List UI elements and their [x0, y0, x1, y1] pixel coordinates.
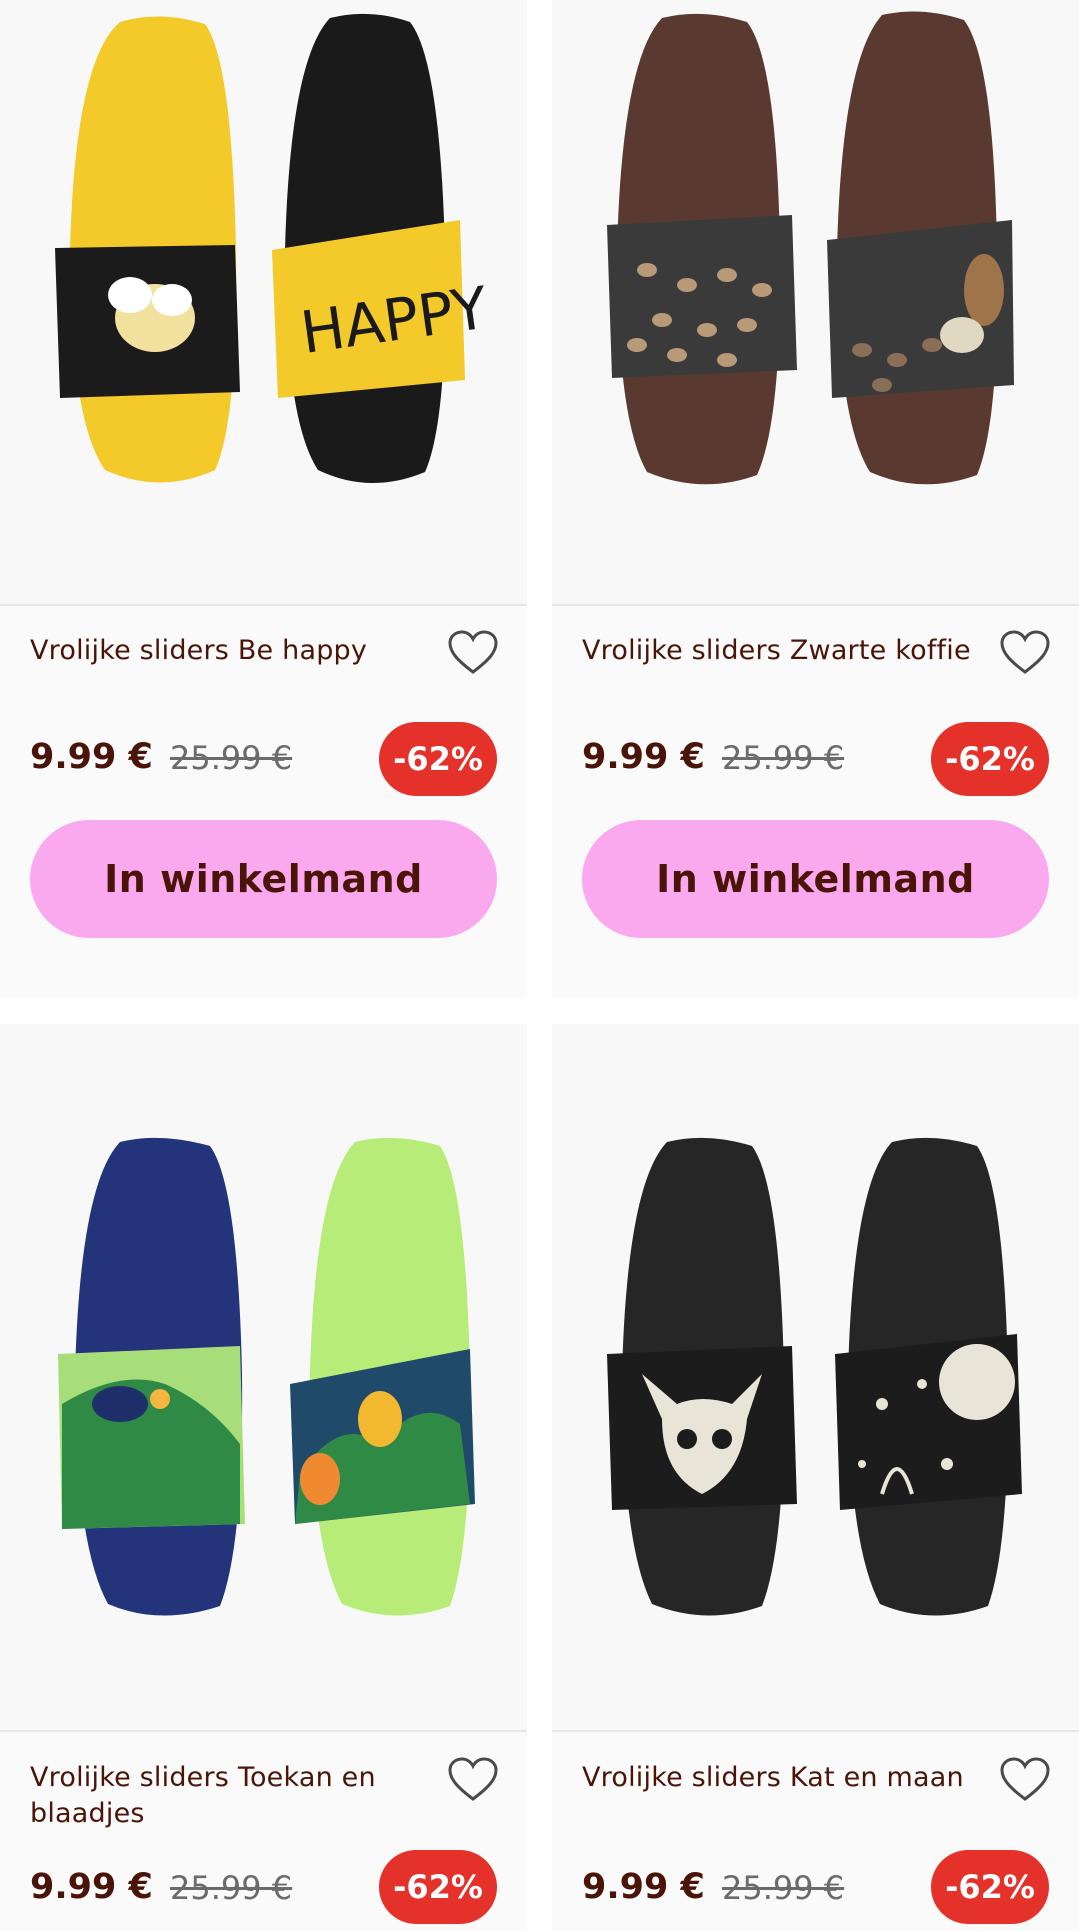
- product-old-price: 25.99 €: [722, 739, 845, 777]
- product-card[interactable]: Vrolijke sliders Toekan en blaadjes 9.99…: [0, 1024, 527, 1931]
- product-card[interactable]: Vrolijke sliders Kat en maan 9.99 € 25.9…: [552, 1024, 1079, 1931]
- discount-badge: -62%: [931, 1850, 1049, 1924]
- product-old-price: 25.99 €: [722, 1869, 845, 1907]
- product-old-price: 25.99 €: [170, 1869, 293, 1907]
- product-title[interactable]: Vrolijke sliders Kat en maan: [582, 1760, 982, 1796]
- product-price: 9.99 €: [582, 1867, 705, 1907]
- heart-outline-icon[interactable]: [447, 1757, 499, 1803]
- product-card[interactable]: Vrolijke sliders Zwarte koffie 9.99 € 25…: [552, 0, 1079, 998]
- product-price: 9.99 €: [30, 737, 153, 777]
- discount-badge: -62%: [931, 722, 1049, 796]
- product-price: 9.99 €: [30, 1867, 153, 1907]
- discount-badge: -62%: [379, 722, 497, 796]
- heart-outline-icon[interactable]: [999, 1757, 1051, 1803]
- heart-outline-icon[interactable]: [447, 630, 499, 676]
- product-image[interactable]: [552, 0, 1079, 606]
- product-card[interactable]: HAPPY Vrolijke sliders Be happy 9.99 € 2…: [0, 0, 527, 998]
- product-title[interactable]: Vrolijke sliders Be happy: [30, 633, 430, 669]
- discount-badge: -62%: [379, 1850, 497, 1924]
- product-price: 9.99 €: [582, 737, 705, 777]
- product-grid: HAPPY Vrolijke sliders Be happy 9.99 € 2…: [0, 0, 1079, 1931]
- product-old-price: 25.99 €: [170, 739, 293, 777]
- product-image[interactable]: [0, 1024, 527, 1732]
- add-to-cart-button[interactable]: In winkelmand: [582, 820, 1049, 938]
- add-to-cart-button[interactable]: In winkelmand: [30, 820, 497, 938]
- heart-outline-icon[interactable]: [999, 630, 1051, 676]
- product-title[interactable]: Vrolijke sliders Toekan en blaadjes: [30, 1760, 430, 1832]
- product-image[interactable]: [552, 1024, 1079, 1732]
- product-image[interactable]: HAPPY: [0, 0, 527, 606]
- product-title[interactable]: Vrolijke sliders Zwarte koffie: [582, 633, 982, 669]
